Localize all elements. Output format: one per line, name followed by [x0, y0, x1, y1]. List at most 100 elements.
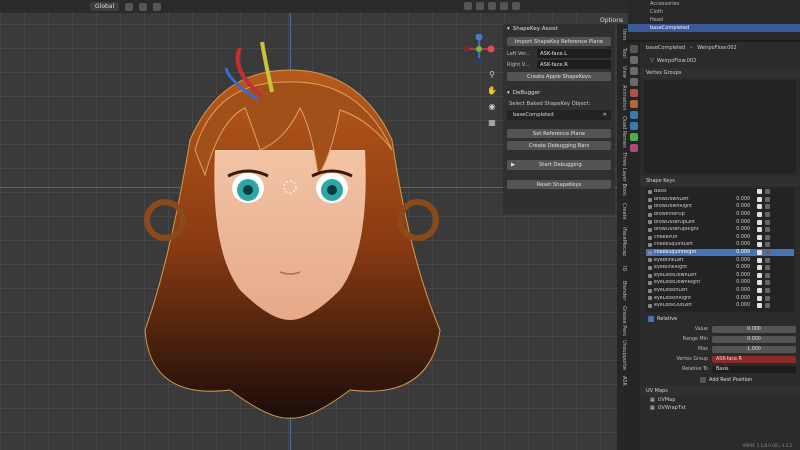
shape-key-lock-icon[interactable] [765, 196, 770, 202]
shape-key-value[interactable]: 0.000 [734, 235, 750, 240]
shape-key-value[interactable]: 0.000 [734, 220, 750, 225]
view-layer-tab-icon[interactable] [630, 78, 638, 86]
shape-key-value[interactable]: 0.000 [734, 227, 750, 232]
vertex-groups-header[interactable]: Vertex Groups [640, 68, 800, 78]
shape-key-mute-checkbox[interactable] [757, 227, 762, 233]
pan-hand-icon[interactable]: ✋ [487, 86, 497, 96]
uv-maps-header[interactable]: UV Maps [640, 386, 800, 396]
shape-key-lock-icon[interactable] [765, 227, 770, 233]
outliner-row[interactable]: Accessories [628, 0, 800, 8]
sidebar-tab[interactable]: ASK [618, 374, 627, 388]
shape-key-mute-checkbox[interactable] [757, 280, 762, 286]
shape-key-lock-icon[interactable] [765, 257, 770, 263]
create-apple-shapekeys-button[interactable]: Create Apple ShapeKeys [507, 72, 611, 81]
outliner-row[interactable] [628, 32, 800, 40]
sidebar-tab[interactable]: Quad Remesh [618, 116, 627, 148]
sidebar-tab[interactable]: ID [618, 262, 627, 276]
shading-material-icon[interactable] [512, 2, 520, 10]
shading-solid-icon[interactable] [500, 2, 508, 10]
right-vertex-field[interactable]: ASK-face.R [537, 60, 611, 69]
shape-key-lock-icon[interactable] [765, 250, 770, 256]
vertex-groups-list[interactable] [644, 80, 796, 174]
shape-key-value[interactable]: 0.000 [734, 242, 750, 247]
sidebar-tab[interactable]: iFaceMocap [618, 226, 627, 258]
visibility-icon[interactable] [464, 2, 472, 10]
shape-key-lock-icon[interactable] [765, 280, 770, 286]
material-tab-icon[interactable] [630, 144, 638, 152]
clear-x-icon[interactable]: ✕ [603, 112, 607, 118]
grid-view-icon[interactable]: ▦ [487, 118, 497, 128]
shape-key-row[interactable]: cheekPuff 0.000 [646, 234, 794, 242]
sidebar-tab[interactable]: Tool [618, 46, 627, 60]
baked-object-field[interactable]: baseCompleted ✕ [507, 110, 611, 120]
sidebar-tab[interactable]: Grease Pencil [618, 306, 627, 336]
shape-key-mute-checkbox[interactable] [757, 288, 762, 294]
max-field[interactable]: 1.000 [712, 345, 796, 353]
snap-icon[interactable] [139, 2, 148, 11]
reset-shapekeys-button[interactable]: Reset ShapeKeys [507, 180, 611, 189]
uv-map-row[interactable]: ▦ UVWrapTxt [640, 404, 800, 412]
range-min-field[interactable]: 0.000 [712, 335, 796, 343]
data-tab-icon[interactable] [630, 133, 638, 141]
shape-key-value[interactable]: 0.000 [734, 250, 750, 255]
vertex-group-field[interactable]: ASK-face.R [712, 355, 796, 363]
shape-key-lock-icon[interactable] [765, 272, 770, 278]
shape-key-lock-icon[interactable] [765, 303, 770, 309]
value-field[interactable]: 0.000 [712, 325, 796, 333]
outliner-row[interactable]: Cloth [628, 8, 800, 16]
shape-key-lock-icon[interactable] [765, 204, 770, 210]
shape-key-lock-icon[interactable] [765, 212, 770, 218]
shape-key-lock-icon[interactable] [765, 265, 770, 271]
shape-key-mute-checkbox[interactable] [757, 272, 762, 278]
shape-key-mute-checkbox[interactable] [757, 250, 762, 256]
shape-key-value[interactable]: 0.000 [734, 296, 750, 301]
shape-key-row[interactable]: browDownLeft 0.000 [646, 196, 794, 204]
shape-key-row[interactable]: eyeLookInRight 0.000 [646, 294, 794, 302]
shape-key-lock-icon[interactable] [765, 295, 770, 301]
sidebar-tab[interactable]: Three Layer Booster [618, 152, 627, 196]
shape-key-mute-checkbox[interactable] [757, 212, 762, 218]
3d-viewport[interactable]: Global Options ⚲ ✋ ◉ ▦ ▾ ShapeKey Assist… [0, 0, 628, 450]
shape-key-mute-checkbox[interactable] [757, 257, 762, 263]
object-tab-icon[interactable] [630, 111, 638, 119]
outliner-row[interactable]: Head [628, 16, 800, 24]
shapekey-assist-header[interactable]: ▾ ShapeKey Assist [503, 24, 615, 34]
shape-key-value[interactable]: 0.000 [734, 212, 750, 217]
shape-key-row[interactable]: browOuterUpRight 0.000 [646, 226, 794, 234]
shape-key-row[interactable]: eyeLookDownLeft 0.000 [646, 272, 794, 280]
sidebar-tab[interactable]: Create [618, 200, 627, 222]
render-tab-icon[interactable] [630, 56, 638, 64]
shape-key-mute-checkbox[interactable] [757, 219, 762, 225]
shape-key-row[interactable]: eyeLookDownRight 0.000 [646, 279, 794, 287]
shape-key-lock-icon[interactable] [765, 288, 770, 294]
shape-key-row[interactable]: eyeLookOutLeft 0.000 [646, 302, 794, 310]
tool-tab-icon[interactable] [630, 45, 638, 53]
shape-key-mute-checkbox[interactable] [757, 242, 762, 248]
shape-key-mute-checkbox[interactable] [757, 189, 762, 195]
shape-key-lock-icon[interactable] [765, 189, 770, 195]
shape-key-value[interactable]: 0.000 [734, 280, 750, 285]
shape-key-lock-icon[interactable] [765, 219, 770, 225]
shape-keys-header[interactable]: Shape Keys [640, 176, 800, 186]
shape-key-lock-icon[interactable] [765, 234, 770, 240]
modifier-tab-icon[interactable] [630, 122, 638, 130]
shape-key-mute-checkbox[interactable] [757, 295, 762, 301]
add-rest-toggle[interactable]: Add Rest Position [640, 375, 800, 384]
import-reference-plane-button[interactable]: Import ShapeKey Reference Plane [507, 37, 611, 46]
shape-key-mute-checkbox[interactable] [757, 204, 762, 210]
create-debugging-bars-button[interactable]: Create Debugging Bars [507, 141, 611, 150]
left-vertex-field[interactable]: ASK-face.L [537, 49, 611, 58]
shape-key-value[interactable]: 0.000 [734, 303, 750, 308]
shape-keys-list[interactable]: Basis browDownLeft 0.000 browDownRight 0.000… [646, 188, 794, 312]
relative-to-field[interactable]: Basis [712, 365, 796, 373]
shape-key-row[interactable]: browDownRight 0.000 [646, 203, 794, 211]
shape-key-row[interactable]: cheekSquintLeft 0.000 [646, 241, 794, 249]
shape-key-value[interactable]: 0.000 [734, 258, 750, 263]
shape-key-mute-checkbox[interactable] [757, 303, 762, 309]
start-debugging-button[interactable]: ▶ Start Debugging [507, 160, 611, 170]
xray-icon[interactable] [488, 2, 496, 10]
shape-key-value[interactable]: 0.000 [734, 265, 750, 270]
uv-map-row[interactable]: ▦ UVMap [640, 396, 800, 404]
relative-checkbox[interactable] [648, 315, 654, 322]
proportional-edit-icon[interactable] [153, 2, 162, 11]
